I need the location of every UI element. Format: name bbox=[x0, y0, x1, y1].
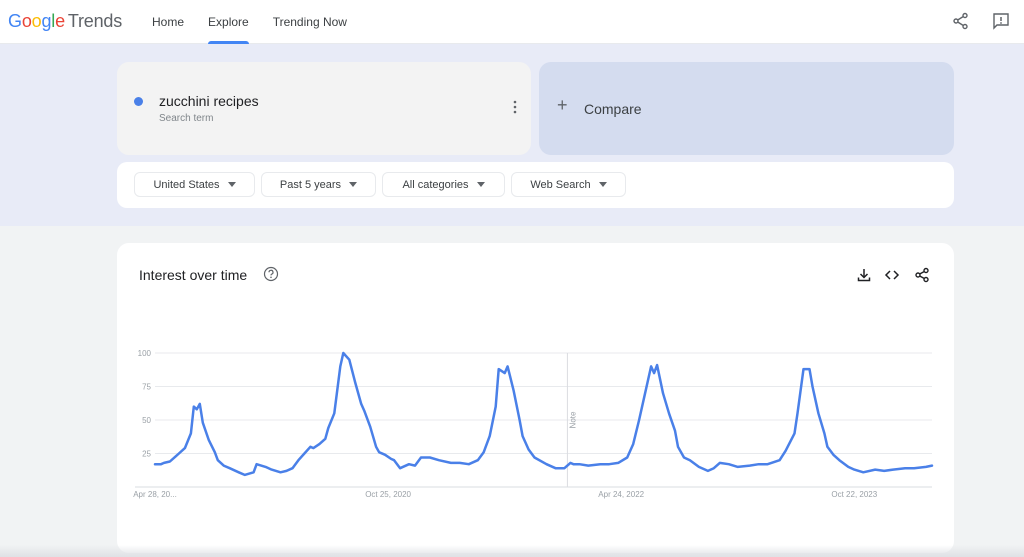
compare-label: Compare bbox=[584, 101, 642, 117]
search-term-name[interactable]: zucchini recipes bbox=[159, 93, 259, 109]
embed-icon[interactable] bbox=[884, 267, 900, 283]
caret-down-icon bbox=[349, 182, 358, 187]
share-icon[interactable] bbox=[914, 267, 930, 283]
plus-icon: + bbox=[557, 95, 568, 115]
caret-down-icon bbox=[476, 182, 485, 187]
share-icon[interactable] bbox=[951, 11, 971, 31]
compare-button[interactable]: + Compare bbox=[539, 62, 954, 155]
interest-over-time-card: Interest over time bbox=[117, 243, 954, 553]
nav-home[interactable]: Home bbox=[140, 0, 196, 44]
google-trends-logo[interactable]: Google Trends bbox=[8, 11, 122, 32]
filter-time-range[interactable]: Past 5 years bbox=[261, 172, 376, 197]
top-bar: Google Trends Home Explore Trending Now bbox=[0, 0, 1024, 44]
term-color-dot bbox=[134, 97, 143, 106]
card-title: Interest over time bbox=[139, 267, 248, 283]
search-term-type: Search term bbox=[159, 113, 214, 124]
nav-trending-now[interactable]: Trending Now bbox=[261, 0, 359, 44]
filter-category[interactable]: All categories bbox=[382, 172, 505, 197]
search-term-card[interactable]: zucchini recipes Search term bbox=[117, 62, 531, 155]
feedback-icon[interactable] bbox=[991, 11, 1011, 31]
main-nav: Home Explore Trending Now bbox=[140, 0, 359, 44]
filter-bar: United States Past 5 years All categorie… bbox=[117, 162, 954, 208]
filter-location[interactable]: United States bbox=[134, 172, 255, 197]
filter-search-type[interactable]: Web Search bbox=[511, 172, 626, 197]
caret-down-icon bbox=[598, 182, 607, 187]
nav-explore[interactable]: Explore bbox=[196, 0, 261, 44]
download-icon[interactable] bbox=[856, 267, 872, 283]
help-icon[interactable] bbox=[263, 266, 279, 282]
bottom-shade bbox=[0, 545, 1024, 557]
more-vert-icon[interactable] bbox=[513, 100, 517, 114]
caret-down-icon bbox=[227, 182, 236, 187]
